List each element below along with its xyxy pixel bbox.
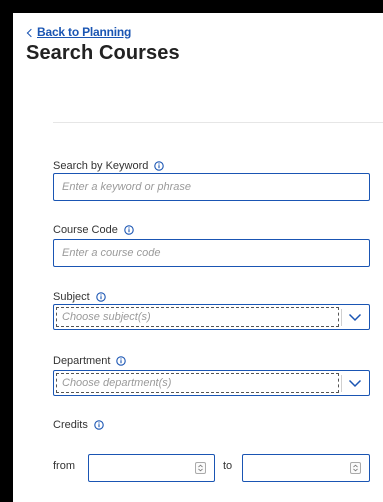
credits-to-input[interactable]: [242, 454, 370, 482]
subject-select[interactable]: Choose subject(s): [53, 304, 370, 330]
department-label-text: Department: [53, 355, 111, 367]
select-separator: [341, 375, 342, 392]
back-to-planning-link[interactable]: Back to Planning: [26, 25, 132, 39]
spinner-arrows-icon[interactable]: [195, 462, 206, 474]
keyword-label: Search by Keyword: [53, 160, 165, 172]
spinner-arrows-icon[interactable]: [350, 462, 361, 474]
course-code-input[interactable]: [53, 239, 370, 267]
keyword-label-text: Search by Keyword: [53, 160, 149, 172]
select-separator: [341, 309, 342, 326]
search-courses-page: Back to Planning Search Courses Search b…: [13, 13, 383, 502]
subject-label: Subject: [53, 291, 106, 303]
subject-label-text: Subject: [53, 291, 90, 303]
info-icon[interactable]: [124, 225, 134, 235]
back-link-label: Back to Planning: [37, 25, 132, 39]
course-code-label: Course Code: [53, 224, 134, 236]
chevron-down-icon[interactable]: [348, 311, 362, 323]
course-code-label-text: Course Code: [53, 224, 118, 236]
credits-from-label: from: [53, 460, 75, 472]
page-title: Search Courses: [26, 42, 180, 64]
credits-label-text: Credits: [53, 419, 88, 431]
info-icon[interactable]: [116, 356, 127, 366]
info-icon[interactable]: [94, 420, 104, 430]
department-label: Department: [53, 355, 127, 367]
credits-from-input[interactable]: [88, 454, 215, 482]
credits-to-label: to: [223, 460, 233, 472]
department-select[interactable]: Choose department(s): [53, 370, 370, 396]
department-placeholder: Choose department(s): [56, 373, 339, 393]
info-icon[interactable]: [95, 292, 106, 302]
info-icon[interactable]: [154, 161, 165, 171]
keyword-input[interactable]: [53, 173, 370, 201]
chevron-left-icon: [26, 28, 36, 37]
subject-placeholder: Choose subject(s): [56, 307, 339, 327]
credits-label: Credits: [53, 419, 104, 431]
section-divider: [53, 122, 383, 123]
chevron-down-icon[interactable]: [348, 377, 362, 389]
